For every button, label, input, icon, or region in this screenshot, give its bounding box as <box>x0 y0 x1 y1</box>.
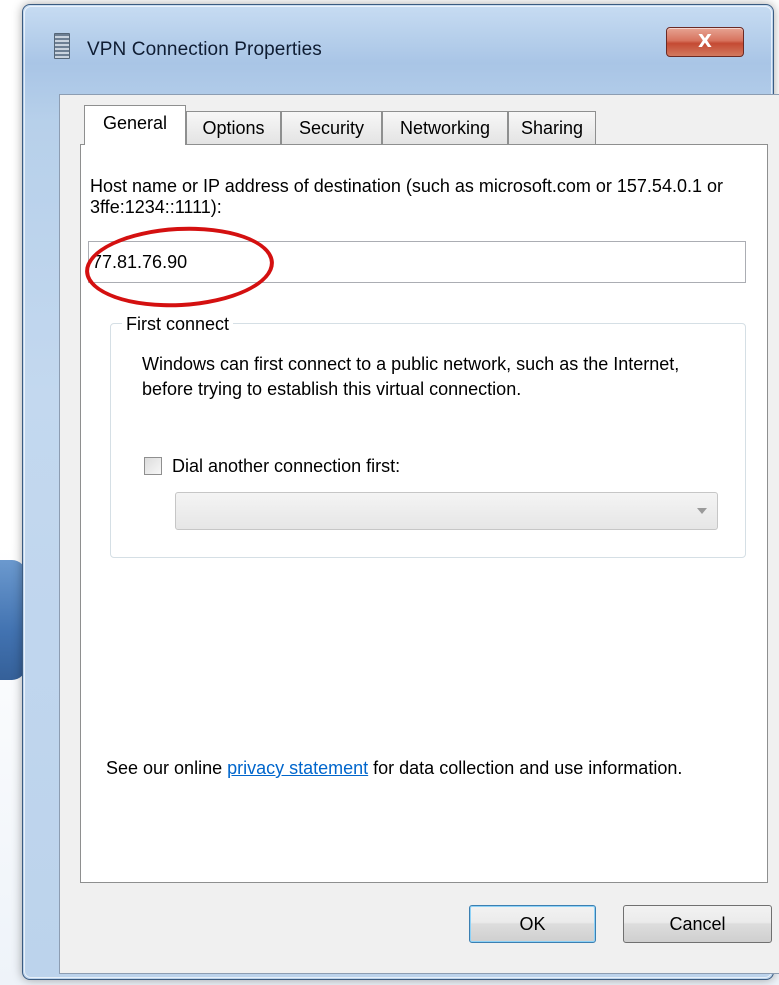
dial-connection-dropdown[interactable] <box>175 492 718 530</box>
tab-networking[interactable]: Networking <box>382 111 508 145</box>
host-address-label: Host name or IP address of destination (… <box>90 176 723 217</box>
tab-options[interactable]: Options <box>186 111 281 145</box>
dialog-client-area: General Options Security Networking Shar… <box>59 94 779 974</box>
first-connect-description: Windows can first connect to a public ne… <box>142 354 680 399</box>
close-button[interactable]: X <box>666 27 744 57</box>
dial-another-connection-checkbox[interactable] <box>144 457 162 475</box>
privacy-prefix: See our online <box>106 758 228 778</box>
privacy-statement-text: See our online privacy statement for dat… <box>106 756 726 781</box>
window-title: VPN Connection Properties <box>87 39 322 60</box>
chevron-down-icon <box>697 508 707 514</box>
dial-another-connection-label[interactable]: Dial another connection first: <box>172 456 400 477</box>
privacy-suffix: for data collection and use information. <box>368 758 683 778</box>
ok-button[interactable]: OK <box>469 905 596 943</box>
first-connect-legend: First connect <box>122 314 234 335</box>
tab-sharing[interactable]: Sharing <box>508 111 596 145</box>
cancel-button[interactable]: Cancel <box>623 905 772 943</box>
privacy-statement-link[interactable]: privacy statement <box>227 758 368 778</box>
vpn-properties-window: VPN Connection Properties X General Opti… <box>22 4 779 980</box>
window-icon <box>54 33 70 59</box>
host-address-input[interactable] <box>88 241 746 283</box>
tab-general[interactable]: General <box>84 105 186 145</box>
tab-security[interactable]: Security <box>281 111 382 145</box>
